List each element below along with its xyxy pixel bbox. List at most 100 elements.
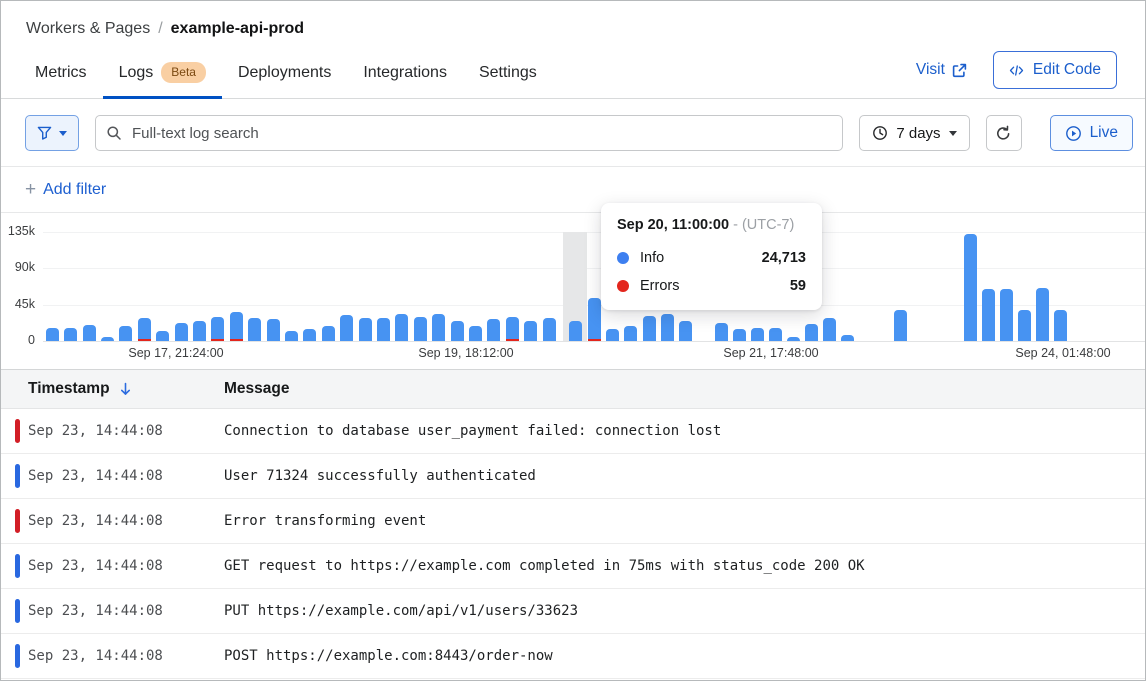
log-toolbar: 7 days Live (1, 99, 1145, 167)
chart-bar[interactable] (101, 337, 114, 341)
add-filter-row: + Add filter (1, 167, 1145, 213)
breadcrumb: Workers & Pages / example-api-prod (1, 1, 1145, 38)
funnel-icon (37, 126, 52, 140)
chart-bar[interactable] (340, 315, 353, 341)
log-row[interactable]: Sep 23, 14:44:08POST https://example.com… (1, 634, 1145, 679)
chart-bar[interactable] (359, 318, 372, 341)
search-icon (106, 125, 122, 141)
chart-bar[interactable] (156, 331, 169, 341)
chart-bar[interactable] (267, 319, 280, 341)
chart-bar[interactable] (982, 289, 995, 341)
chart-bar[interactable] (248, 318, 261, 341)
chart-bar[interactable] (661, 314, 674, 341)
chart-bar[interactable] (823, 318, 836, 341)
chart-bar[interactable] (506, 317, 519, 341)
chart-bar[interactable] (193, 321, 206, 341)
chart-bar[interactable] (46, 328, 59, 341)
error-segment (588, 339, 601, 341)
tooltip-row-errors: Errors59 (617, 278, 806, 294)
chart-bar[interactable] (588, 298, 601, 341)
chart-bar[interactable] (964, 234, 977, 341)
log-row[interactable]: Sep 23, 14:44:08Connection to database u… (1, 409, 1145, 454)
tab-logs[interactable]: LogsBeta (103, 54, 222, 98)
visit-link[interactable]: Visit (916, 61, 967, 79)
chevron-down-icon (59, 131, 67, 136)
tab-metrics[interactable]: Metrics (25, 54, 103, 98)
chart-tooltip: Sep 20, 11:00:00 - (UTC-7) Info24,713Err… (601, 203, 822, 310)
chart-bar[interactable] (83, 325, 96, 341)
chart-bar[interactable] (751, 328, 764, 341)
chart-bar[interactable] (377, 318, 390, 341)
chart-bar[interactable] (679, 321, 692, 341)
chart-bar[interactable] (303, 329, 316, 341)
error-segment (138, 339, 151, 341)
chart-bar[interactable] (414, 317, 427, 341)
log-row[interactable]: Sep 23, 14:44:08PUT https://example.com/… (1, 589, 1145, 634)
log-row[interactable]: Sep 23, 14:44:08Error transforming event (1, 499, 1145, 544)
chart-bar[interactable] (451, 321, 464, 341)
log-timestamp: Sep 23, 14:44:08 (1, 468, 224, 484)
chart-bar[interactable] (715, 323, 728, 341)
timestamp-column-header[interactable]: Timestamp (1, 380, 224, 398)
chart-bar[interactable] (1054, 310, 1067, 341)
chart-bar[interactable] (322, 326, 335, 341)
tooltip-series-label: Errors (640, 278, 679, 294)
log-timestamp: Sep 23, 14:44:08 (1, 513, 224, 529)
chart-bar[interactable] (1018, 310, 1031, 341)
log-row[interactable]: Sep 23, 14:44:08User 71324 successfully … (1, 454, 1145, 499)
chart-bar[interactable] (230, 312, 243, 341)
chart-bar[interactable] (175, 323, 188, 341)
refresh-button[interactable] (986, 115, 1022, 151)
chart-bar[interactable] (1000, 289, 1013, 341)
chart-bar[interactable] (432, 314, 445, 341)
chart-bar-hovered[interactable] (569, 321, 582, 341)
chart-bar[interactable] (624, 326, 637, 341)
add-filter-button[interactable]: Add filter (43, 181, 106, 199)
chart-bar[interactable] (543, 318, 556, 341)
tab-integrations[interactable]: Integrations (347, 54, 463, 98)
live-button[interactable]: Live (1050, 115, 1133, 151)
chart-bar[interactable] (64, 328, 77, 341)
tab-deployments[interactable]: Deployments (222, 54, 347, 98)
chart-bar[interactable] (769, 328, 782, 341)
tab-settings[interactable]: Settings (463, 54, 553, 98)
chart-bar[interactable] (487, 319, 500, 341)
y-axis-label: 135k (1, 224, 35, 238)
error-segment (230, 339, 243, 341)
chart-bar[interactable] (787, 337, 800, 341)
chart-bar[interactable] (894, 310, 907, 341)
chart-bar[interactable] (119, 326, 132, 341)
log-timestamp: Sep 23, 14:44:08 (1, 558, 224, 574)
tab-label: Settings (479, 64, 537, 82)
y-axis-label: 90k (1, 260, 35, 274)
log-rows: Sep 23, 14:44:08Connection to database u… (1, 409, 1145, 679)
visit-label: Visit (916, 61, 945, 79)
log-timestamp: Sep 23, 14:44:08 (1, 423, 224, 439)
edit-code-button[interactable]: Edit Code (993, 51, 1117, 89)
info-level-indicator (15, 599, 20, 623)
breadcrumb-separator: / (158, 20, 162, 38)
breadcrumb-section[interactable]: Workers & Pages (26, 20, 150, 38)
chart-bar[interactable] (805, 324, 818, 341)
chart-bar[interactable] (469, 326, 482, 341)
chart-bar[interactable] (1036, 288, 1049, 341)
filter-dropdown-button[interactable] (25, 115, 79, 151)
chart-bar[interactable] (643, 316, 656, 341)
y-axis-label: 0 (1, 333, 35, 347)
tooltip-series-label: Info (640, 250, 664, 266)
live-label: Live (1090, 124, 1118, 142)
chart-bar[interactable] (285, 331, 298, 341)
beta-badge: Beta (161, 62, 206, 83)
time-range-dropdown[interactable]: 7 days (859, 115, 969, 151)
chart-bar[interactable] (138, 318, 151, 341)
chart-bar[interactable] (395, 314, 408, 341)
chart-bar[interactable] (841, 335, 854, 341)
chart-bar[interactable] (606, 329, 619, 341)
info-legend-dot-icon (617, 252, 629, 264)
error-segment (506, 339, 519, 341)
chart-bar[interactable] (733, 329, 746, 341)
chart-bar[interactable] (211, 317, 224, 341)
log-row[interactable]: Sep 23, 14:44:08GET request to https://e… (1, 544, 1145, 589)
chart-bar[interactable] (524, 321, 537, 341)
search-input[interactable] (95, 115, 843, 151)
